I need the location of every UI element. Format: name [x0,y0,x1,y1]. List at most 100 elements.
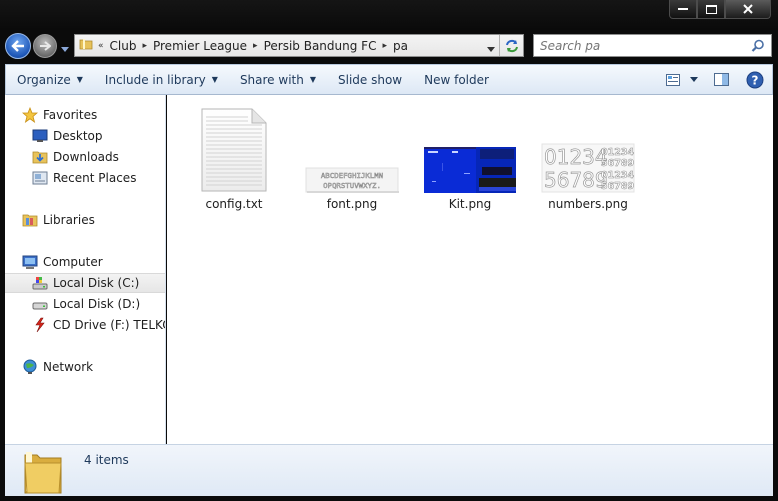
new-folder-label: New folder [424,72,489,87]
search-box[interactable] [533,34,772,57]
forward-button[interactable] [33,34,57,58]
minimize-button[interactable] [669,0,697,19]
sidebar-item-local-disk-c[interactable]: Local Disk (C:) [5,273,165,293]
include-in-library-label: Include in library [104,72,206,87]
slide-show-button[interactable]: Slide show [327,65,413,94]
sidebar-item-label: Recent Places [53,171,137,185]
libraries-icon [21,211,39,229]
chevron-down-icon [61,47,69,52]
address-bar[interactable]: « Club ▸ Premier League ▸ Persib Bandung… [74,34,524,57]
navigation-row: « Club ▸ Premier League ▸ Persib Bandung… [0,30,778,62]
breadcrumb-club[interactable]: Club [105,39,142,53]
drive-d-icon [31,295,49,313]
preview-pane-button[interactable] [708,65,734,94]
sidebar-item-label: Local Disk (C:) [53,276,140,290]
sidebar-item-network[interactable]: Network [21,357,165,377]
file-name: numbers.png [548,197,628,211]
refresh-button[interactable] [499,35,523,56]
caption-buttons [669,0,771,19]
computer-icon [21,253,39,271]
new-folder-button[interactable]: New folder [413,65,500,94]
sidebar-item-desktop[interactable]: Desktop [31,126,165,146]
arrow-left-icon [11,40,24,52]
command-bar: Organize ▼ Include in library ▼ Share wi… [5,64,773,95]
drive-c-icon [31,274,49,292]
item-count: 4 items [84,453,129,467]
share-with-label: Share with [239,72,304,87]
help-button[interactable]: ? [742,65,768,94]
title-bar [0,0,778,30]
sidebar-item-label: Libraries [43,213,95,227]
numbers-preview-row: 56789 [544,168,608,192]
numbers-preview-small-row: 56789 [601,158,634,169]
file-thumbnail: 01234 56789 01234 56789 01234 56789 [540,103,636,193]
font-preview-row: ABCDEFGHIJKLMN [321,171,383,180]
file-thumbnail: ABCDEFGHIJKLMN OPQRSTUVWXYZ. [304,103,400,193]
file-item-numbers[interactable]: 01234 56789 01234 56789 01234 56789 numb… [538,103,638,211]
search-icon[interactable] [751,39,765,56]
share-with-button[interactable]: Share with ▼ [229,65,327,94]
close-button[interactable] [725,0,771,19]
refresh-icon [505,39,518,52]
breadcrumb-overflow[interactable]: « [97,41,105,51]
chevron-down-icon [690,77,698,82]
sidebar-item-favorites[interactable]: Favorites [21,105,165,125]
chevron-down-icon: ▼ [211,75,218,84]
desktop-icon [31,127,49,145]
preview-pane-icon [713,73,729,86]
view-options-dropdown[interactable] [686,65,702,94]
search-input[interactable] [534,38,744,53]
font-image-preview: ABCDEFGHIJKLMN OPQRSTUVWXYZ. [305,167,399,193]
file-item-font[interactable]: ABCDEFGHIJKLMN OPQRSTUVWXYZ. font.png [302,103,402,211]
chevron-down-icon: ▼ [76,75,83,84]
file-name: font.png [326,197,378,211]
sidebar-item-label: Local Disk (D:) [53,297,141,311]
numbers-preview-small-row: 56789 [601,181,634,192]
chevron-down-icon [487,47,495,52]
file-name: config.txt [205,197,263,211]
recent-places-icon [31,169,49,187]
breadcrumb-premier-league[interactable]: Premier League [148,39,252,53]
cd-drive-icon [31,316,49,334]
change-view-button[interactable] [660,65,686,94]
sidebar-item-local-disk-d[interactable]: Local Disk (D:) [31,294,165,314]
kit-image-preview [424,147,516,193]
breadcrumb-pa[interactable]: pa [388,39,413,53]
downloads-icon [31,148,49,166]
recent-pages-dropdown[interactable] [61,41,69,55]
navigation-pane: Favorites Desktop Downloads Recent Place… [5,95,166,444]
numbers-preview-small-row: 01234 [601,147,634,158]
sidebar-item-recent-places[interactable]: Recent Places [31,168,165,188]
file-item-kit[interactable]: Kit.png [420,103,520,211]
folder-icon [21,449,65,498]
file-name: Kit.png [448,197,492,211]
back-button[interactable] [5,33,31,59]
sidebar-item-libraries[interactable]: Libraries [21,210,165,230]
sidebar-item-label: Computer [43,255,103,269]
include-in-library-button[interactable]: Include in library ▼ [94,65,229,94]
sidebar-item-label: CD Drive (F:) TELKOMSEL [53,318,165,332]
svg-text:?: ? [752,73,759,87]
sidebar-item-label: Favorites [43,108,98,122]
sidebar-item-label: Downloads [53,150,119,164]
help-icon: ? [746,71,764,88]
file-item-config[interactable]: config.txt [184,103,284,211]
sidebar-item-downloads[interactable]: Downloads [31,147,165,167]
view-icon [666,73,680,86]
sidebar-item-cd-drive[interactable]: CD Drive (F:) TELKOMSEL [31,315,165,335]
organize-label: Organize [17,72,71,87]
file-thumbnail [186,103,282,193]
file-list: config.txt ABCDEFGHIJKLMN OPQRSTUVWXYZ. … [167,95,773,444]
star-icon [21,106,39,124]
maximize-button[interactable] [697,0,725,19]
sidebar-item-label: Network [43,360,94,374]
details-pane: 4 items [5,444,773,496]
toolbar-right-group: ? [660,65,772,94]
breadcrumb-persib-bandung-fc[interactable]: Persib Bandung FC [259,39,382,53]
numbers-preview-small-row: 01234 [601,170,634,181]
chevron-down-icon: ▼ [309,75,316,84]
sidebar-item-computer[interactable]: Computer [21,252,165,272]
address-history-dropdown[interactable] [487,41,495,55]
arrow-right-icon [40,41,51,51]
organize-button[interactable]: Organize ▼ [6,65,94,94]
